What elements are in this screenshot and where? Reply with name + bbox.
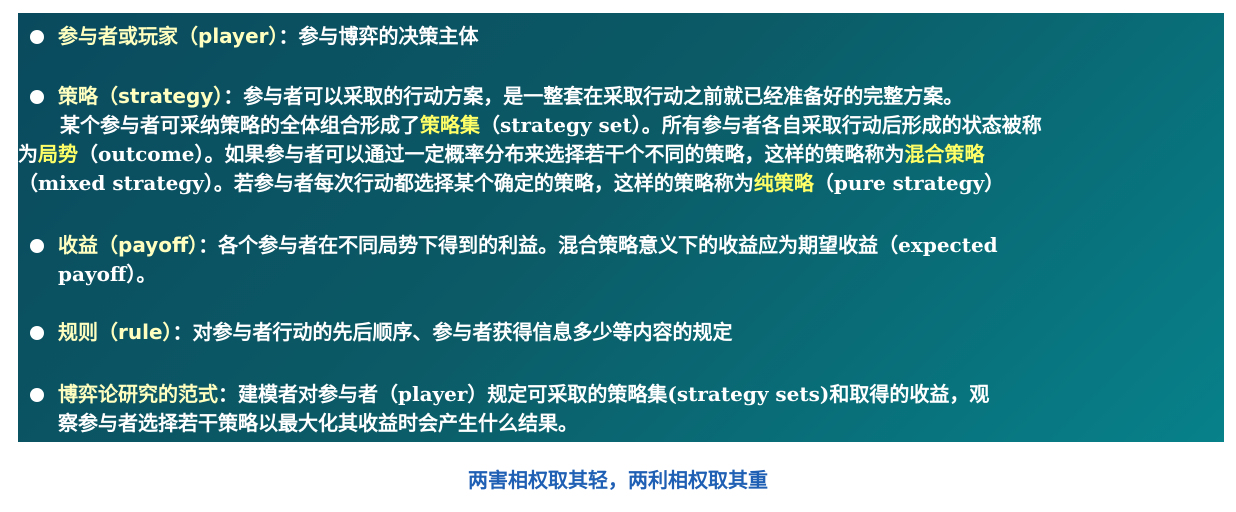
highlight-mixed-strategy: 混合策略 [904,142,985,166]
term-label: 博弈论研究的范式 [58,382,218,406]
term-label: 参与者或玩家（player） [58,24,279,48]
bullet-line: 收益（payoff）：各个参与者在不同局势下得到的利益。混合策略意义下的收益应为… [58,231,1215,260]
bullet-line: 规则（rule）：对参与者行动的先后顺序、参与者获得信息多少等内容的规定 [58,318,1215,347]
term-definition: ：对参与者行动的先后顺序、参与者获得信息多少等内容的规定 [172,320,733,344]
detail-line: 为局势（outcome）。如果参与者可以通过一定概率分布来选择若干个不同的策略，… [18,140,1215,169]
term-definition: ：各个参与者在不同局势下得到的利益。混合策略意义下的收益应为期望收益（expec… [198,233,998,257]
bullet-line: 参与者或玩家（player）：参与博弈的决策主体 [58,22,1215,51]
detail-text: （pure strategy） [813,171,1005,195]
bullet-line-continued: 察参与者选择若干策略以最大化其收益时会产生什么结果。 [58,409,1215,438]
term-definition: payoff）。 [58,262,157,286]
highlight-strategy-set: 策略集 [420,113,480,137]
highlight-pure-strategy: 纯策略 [753,171,814,195]
bullet-line-continued: payoff）。 [58,260,1215,289]
detail-line: （mixed strategy）。若参与者每次行动都选择某个确定的策略，这样的策… [18,169,1215,198]
bullet-dot-icon [30,388,44,402]
proverb-caption: 两害相权取其轻，两利相权取其重 [468,468,768,492]
highlight-outcome: 局势 [38,142,78,166]
term-label: 收益（payoff） [58,233,199,257]
bullet-dot-icon [30,239,44,253]
detail-text: 为 [18,142,38,166]
term-label: 规则（rule） [58,320,173,344]
bullet-dot-icon [30,90,44,104]
term-definition: 察参与者选择若干策略以最大化其收益时会产生什么结果。 [58,411,578,435]
detail-line: 某个参与者可采纳策略的全体组合形成了策略集（strategy set）。所有参与… [60,111,1215,140]
term-definition: ：建模者对参与者（player）规定可采取的策略集(strategy sets)… [218,382,990,406]
bullet-line: 博弈论研究的范式：建模者对参与者（player）规定可采取的策略集(strate… [58,380,1215,409]
detail-text: （outcome）。如果参与者可以通过一定概率分布来选择若干个不同的策略，这样的… [78,142,905,166]
bullet-dot-icon [30,30,44,44]
detail-text: （mixed strategy）。若参与者每次行动都选择某个确定的策略，这样的策… [18,171,754,195]
content-panel: 参与者或玩家（player）：参与博弈的决策主体 策略（strategy）：参与… [18,13,1224,442]
term-definition: ：参与者可以采取的行动方案，是一整套在采取行动之前就已经准备好的完整方案。 [223,84,964,108]
bullet-line: 策略（strategy）：参与者可以采取的行动方案，是一整套在采取行动之前就已经… [58,82,1215,111]
detail-text: （strategy set）。所有参与者各自采取行动后形成的状态被称 [480,113,1042,137]
term-label: 策略（strategy） [58,84,224,108]
term-definition: ：参与博弈的决策主体 [278,24,479,48]
detail-text: 某个参与者可采纳策略的全体组合形成了 [60,113,420,137]
bullet-dot-icon [30,326,44,340]
